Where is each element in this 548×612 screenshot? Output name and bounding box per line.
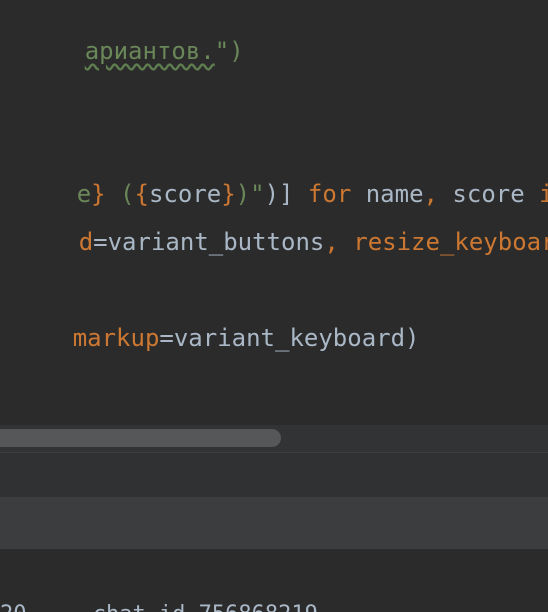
param-token: resize_keyboard <box>338 228 548 256</box>
code-line-4: markup=variant_keyboard) <box>0 287 420 352</box>
code-editor[interactable]: ариантов.") e} ({score})")] for name, sc… <box>0 0 548 425</box>
horizontal-scrollbar[interactable] <box>0 425 548 453</box>
ide-window: ариантов.") e} ({score})")] for name, sc… <box>0 0 548 612</box>
comma-token: , <box>324 228 339 256</box>
code-line-3: d=variant_buttons, resize_keyboard= <box>0 191 548 256</box>
code-line-1: ариантов.") <box>0 0 244 65</box>
string-token: ариантов. <box>84 37 215 65</box>
identifier-token: =variant_keyboard) <box>159 324 420 352</box>
param-token: markup <box>72 324 160 352</box>
identifier-token: =variant_buttons <box>93 228 325 256</box>
tool-window-toolbar <box>0 497 548 549</box>
param-token: d <box>78 228 94 256</box>
scrollbar-thumb[interactable] <box>0 429 281 447</box>
console-output[interactable]: 20 ... chat_id 756868219 <box>0 549 548 612</box>
console-line: 20 ... chat_id 756868219 <box>0 601 318 612</box>
tool-window-header <box>0 453 548 497</box>
code-line-2: e} ({score})")] for name, score in <box>0 143 548 208</box>
string-close-token: ") <box>214 37 244 65</box>
